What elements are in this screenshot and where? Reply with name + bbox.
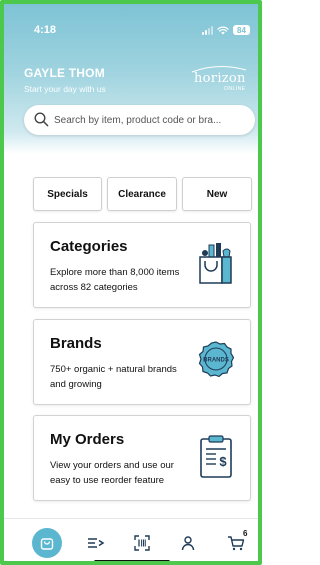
card-description: View your orders and use our easy to use… bbox=[50, 460, 174, 486]
battery-icon: 84 bbox=[233, 25, 250, 35]
card-description: 750+ organic + natural brands and growin… bbox=[50, 364, 177, 390]
tab-shop[interactable] bbox=[32, 528, 62, 558]
app-frame: 4:18 84 GAYLE THOM Start your day with u… bbox=[0, 0, 262, 565]
account-icon bbox=[181, 536, 195, 551]
tab-scan[interactable] bbox=[128, 529, 156, 557]
greeting-text: Start your day with us bbox=[24, 84, 106, 94]
card-title: My Orders bbox=[50, 431, 125, 448]
shopping-bag-icon bbox=[40, 538, 54, 550]
filter-clearance-button[interactable]: Clearance bbox=[107, 177, 177, 211]
search-bar[interactable] bbox=[24, 105, 255, 135]
home-indicator bbox=[94, 560, 170, 561]
horizon-logo: horizon ONLINE bbox=[188, 64, 250, 94]
badge-text: BRANDS bbox=[203, 358, 229, 364]
search-input[interactable] bbox=[54, 105, 250, 135]
list-add-icon bbox=[88, 538, 105, 548]
card-title: Categories bbox=[50, 238, 128, 255]
card-title: Brands bbox=[50, 335, 102, 352]
header: 4:18 84 GAYLE THOM Start your day with u… bbox=[4, 4, 258, 154]
my-orders-card[interactable]: My Orders View your orders and use our e… bbox=[33, 415, 251, 501]
card-description: Explore more than 8,000 items across 82 … bbox=[50, 267, 180, 293]
grocery-bag-icon bbox=[199, 243, 232, 284]
tab-account[interactable] bbox=[174, 529, 202, 557]
logo-subtext: ONLINE bbox=[224, 86, 246, 92]
status-icons: 84 bbox=[202, 24, 250, 36]
bottom-tab-bar bbox=[4, 518, 258, 561]
cart-count-badge: 6 bbox=[243, 529, 248, 538]
categories-card[interactable]: Categories Explore more than 8,000 items… bbox=[33, 222, 251, 308]
brands-card[interactable]: Brands 750+ organic + natural brands and… bbox=[33, 319, 251, 405]
signal-icon bbox=[202, 25, 213, 35]
invoice-clipboard-icon: $ bbox=[200, 435, 232, 478]
filter-specials-button[interactable]: Specials bbox=[33, 177, 102, 211]
user-name: GAYLE THOM bbox=[24, 66, 105, 80]
logo-word: horizon bbox=[194, 71, 246, 86]
status-time: 4:18 bbox=[34, 24, 57, 36]
filter-new-button[interactable]: New bbox=[182, 177, 252, 211]
status-bar: 4:18 84 bbox=[4, 4, 258, 44]
svg-text:$: $ bbox=[219, 454, 227, 469]
brands-badge-icon: BRANDS bbox=[198, 341, 235, 378]
search-icon bbox=[34, 112, 49, 127]
barcode-scan-icon bbox=[134, 535, 150, 551]
tab-lists[interactable] bbox=[82, 529, 110, 557]
wifi-icon bbox=[217, 26, 229, 35]
